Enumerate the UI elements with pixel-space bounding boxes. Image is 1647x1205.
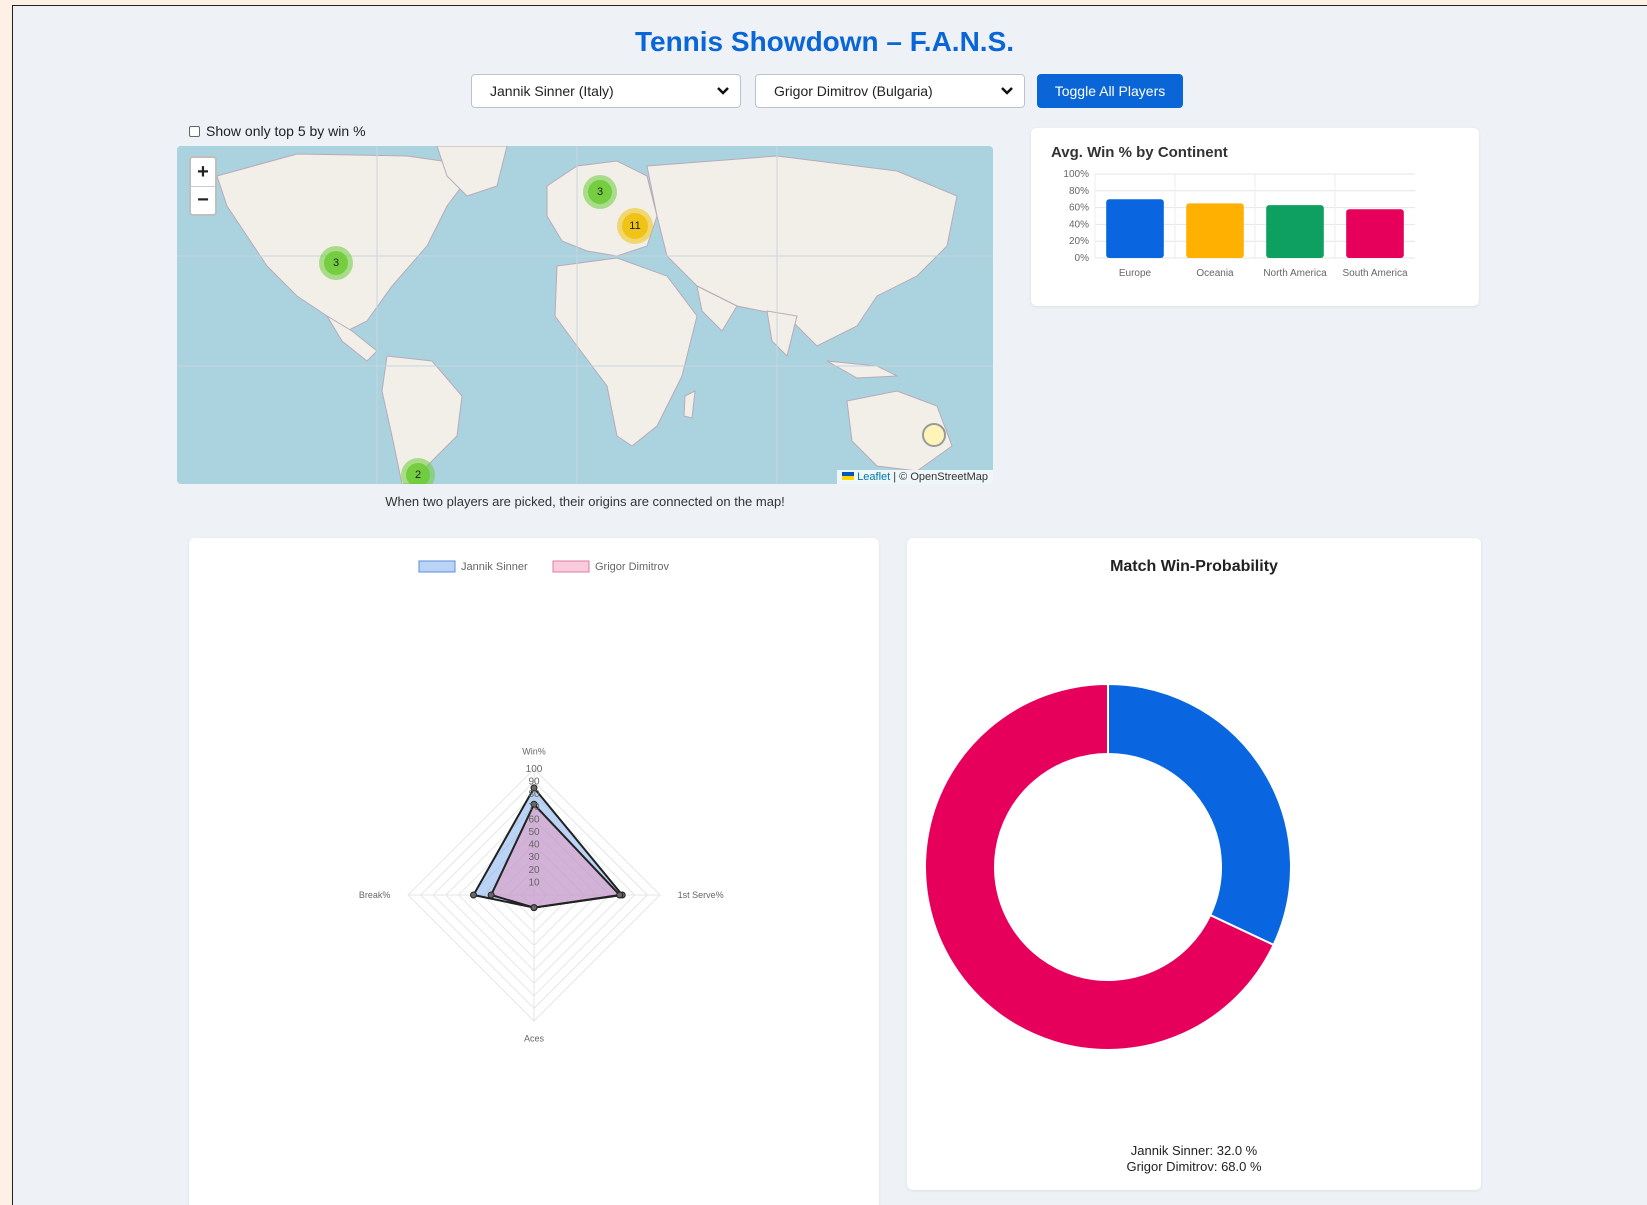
bar	[1186, 203, 1244, 258]
page-title: Tennis Showdown – F.A.N.S.	[634, 26, 1015, 57]
radar-tick-label: 30	[528, 852, 540, 863]
map-attribution: Leaflet | © OpenStreetMap	[837, 470, 993, 484]
bar	[1346, 209, 1404, 258]
cluster-count: 3	[324, 251, 348, 275]
top5-checkbox[interactable]	[189, 125, 200, 137]
ukraine-flag-icon	[842, 472, 855, 480]
radar-tick-label: 100	[526, 764, 543, 775]
player-radar-chart-card: Jannik Sinner Grigor Dimitrov Win% 1st Serv…	[189, 538, 879, 1205]
y-tick-label: 80%	[1069, 186, 1089, 197]
radar-tick-label: 90	[528, 777, 540, 788]
map-caption: When two players are picked, their origi…	[385, 494, 785, 509]
legend-label: Grigor Dimitrov	[595, 561, 669, 573]
win-probability-summary: Jannik Sinner: 32.0 % Grigor Dimitrov: 6…	[907, 1143, 1481, 1175]
legend-swatch	[552, 560, 590, 573]
y-tick-label: 20%	[1069, 236, 1089, 247]
radar-tick-label: 20	[528, 865, 540, 876]
zoom-in-button[interactable]: +	[191, 158, 215, 186]
bar	[1106, 199, 1164, 258]
radar-point	[616, 891, 624, 899]
chevron-down-icon	[1001, 87, 1013, 95]
chevron-down-icon	[717, 87, 729, 95]
world-map[interactable]: + − 3 3 11 2 Leaflet | © OpenStreetMap	[177, 146, 993, 484]
cluster-count: 3	[588, 180, 612, 204]
radar-chart: Jannik Sinner Grigor Dimitrov Win% 1st Serv…	[359, 560, 724, 1044]
player2-select[interactable]: Grigor Dimitrov (Bulgaria)	[755, 74, 1025, 108]
marker-cluster-europe[interactable]: 11	[617, 208, 653, 244]
radar-axis-label: Aces	[524, 1034, 545, 1044]
radar-point	[530, 904, 538, 912]
marker-australia[interactable]	[922, 423, 946, 447]
bar-chart: 0% 20% 40% 60% 80% 100% Europe Oceania North Ame…	[1063, 169, 1415, 279]
radar-tick-label: 70	[528, 802, 540, 813]
legend-swatch	[418, 560, 456, 573]
radar-tick-label: 80	[528, 789, 540, 800]
radar-axis-label: 1st Serve%	[678, 890, 724, 900]
radar-tick-label: 10	[528, 877, 540, 888]
app-frame: Tennis Showdown – F.A.N.S. Jannik Sinner…	[12, 5, 1647, 1205]
legend-label: Jannik Sinner	[461, 561, 528, 573]
radar-axis-label: Win%	[522, 746, 546, 756]
donut-chart	[924, 682, 1292, 1051]
cluster-count: 11	[622, 213, 648, 239]
radar-point	[470, 891, 478, 899]
marker-cluster-south-america[interactable]: 2	[401, 458, 435, 484]
x-tick-label: Europe	[1119, 268, 1152, 279]
bar	[1266, 205, 1324, 258]
radar-tick-label: 50	[528, 827, 540, 838]
marker-cluster-northern-europe[interactable]: 3	[583, 175, 617, 209]
y-tick-label: 40%	[1069, 219, 1089, 230]
marker-cluster-north-america[interactable]: 3	[319, 246, 353, 280]
radar-tick-label: 60	[528, 814, 540, 825]
zoom-control: + −	[189, 156, 217, 216]
cluster-count: 2	[406, 463, 430, 484]
y-tick-label: 0%	[1075, 253, 1090, 264]
top5-label: Show only top 5 by win %	[206, 123, 366, 139]
continent-bar-chart-card: Avg. Win % by Continent 0% 20% 40% 60% 80% 10…	[1031, 128, 1479, 306]
radar-axis-label: Break%	[359, 890, 391, 900]
win-probability-card: Match Win-Probability Jannik Sinner: 32.…	[907, 538, 1481, 1190]
radar-point	[487, 891, 495, 899]
x-tick-label: South America	[1342, 268, 1407, 279]
attribution-text: | © OpenStreetMap	[890, 471, 988, 483]
y-tick-label: 100%	[1063, 169, 1089, 180]
player1-select-value: Jannik Sinner (Italy)	[490, 83, 614, 99]
x-tick-label: Oceania	[1196, 268, 1234, 279]
player1-probability: Jannik Sinner: 32.0 %	[1130, 1143, 1258, 1158]
x-tick-label: North America	[1263, 268, 1327, 279]
radar-tick-label: 40	[528, 840, 540, 851]
player2-select-value: Grigor Dimitrov (Bulgaria)	[774, 83, 933, 99]
zoom-out-button[interactable]: −	[191, 186, 215, 214]
donut-slice	[1107, 682, 1292, 947]
leaflet-link[interactable]: Leaflet	[857, 471, 890, 483]
player1-select[interactable]: Jannik Sinner (Italy)	[471, 74, 741, 108]
player2-probability: Grigor Dimitrov: 68.0 %	[1126, 1159, 1262, 1174]
y-tick-label: 60%	[1069, 203, 1089, 214]
top5-filter[interactable]: Show only top 5 by win %	[189, 123, 366, 139]
toggle-all-players-button[interactable]: Toggle All Players	[1037, 74, 1183, 108]
